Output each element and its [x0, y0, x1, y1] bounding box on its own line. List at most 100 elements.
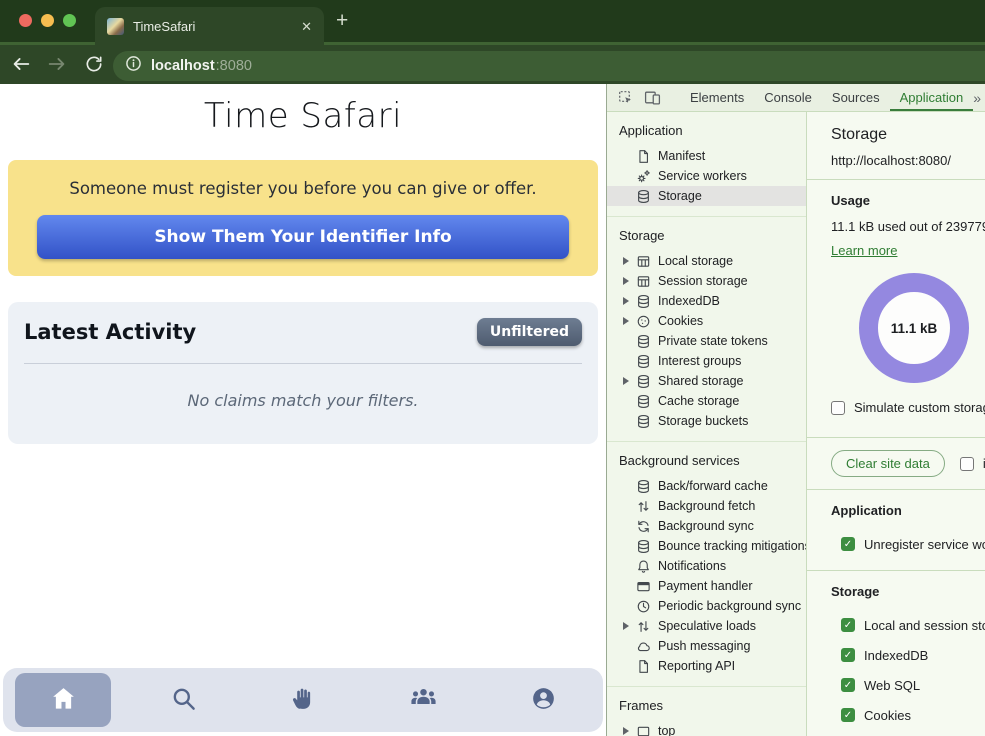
tree-item-payment-handler[interactable]: Payment handler — [607, 576, 806, 596]
url-port: :8080 — [216, 58, 252, 74]
storage-checkbox-section: Storage ✓Local and session storage✓Index… — [807, 571, 985, 736]
checkbox-cookies[interactable]: ✓ — [841, 708, 855, 722]
checkbox-label: Cookies — [864, 708, 911, 723]
tree-item-reporting-api[interactable]: Reporting API — [607, 656, 806, 676]
tree-item-private-state-tokens[interactable]: Private state tokens — [607, 331, 806, 351]
devtools-tab-sources[interactable]: Sources — [822, 84, 890, 111]
storage-usage-donut: 11.1 kB — [859, 273, 969, 383]
frame-icon — [635, 723, 651, 736]
expander-triangle-icon[interactable] — [623, 257, 635, 265]
file-icon — [635, 658, 651, 674]
site-info-icon[interactable] — [125, 55, 142, 77]
learn-more-link[interactable]: Learn more — [831, 243, 897, 258]
show-identifier-info-button[interactable]: Show Them Your Identifier Info — [37, 215, 569, 259]
expander-triangle-icon[interactable] — [623, 622, 635, 630]
tree-item-speculative-loads[interactable]: Speculative loads — [607, 616, 806, 636]
devtools-tab-console[interactable]: Console — [754, 84, 822, 111]
tab-close-icon[interactable]: ✕ — [301, 20, 312, 33]
nav-item-people[interactable] — [363, 668, 483, 732]
devtools-tab-elements[interactable]: Elements — [680, 84, 754, 111]
page-title: Time Safari — [0, 96, 606, 136]
checkbox-unregister-service-workers[interactable]: ✓ — [841, 537, 855, 551]
forward-icon[interactable] — [46, 53, 68, 80]
cookie-icon — [635, 313, 651, 329]
expander-triangle-icon[interactable] — [623, 277, 635, 285]
filter-badge-button[interactable]: Unfiltered — [477, 318, 582, 346]
sync-icon — [635, 518, 651, 534]
section-header-background-services: Background services — [607, 450, 806, 476]
tree-item-bounce-tracking-mitigations[interactable]: Bounce tracking mitigations — [607, 536, 806, 556]
card-icon — [635, 578, 651, 594]
nav-item-home[interactable] — [3, 668, 123, 732]
database-icon — [635, 413, 651, 429]
tree-item-storage-buckets[interactable]: Storage buckets — [607, 411, 806, 431]
devtools-panel: ElementsConsoleSourcesApplication » Appl… — [606, 84, 985, 736]
nav-profile-icon — [530, 685, 557, 716]
tree-item-indexeddb[interactable]: IndexedDB — [607, 291, 806, 311]
tree-item-top[interactable]: top — [607, 721, 806, 736]
expander-triangle-icon[interactable] — [623, 727, 635, 735]
nav-item-profile[interactable] — [483, 668, 603, 732]
tree-item-session-storage[interactable]: Session storage — [607, 271, 806, 291]
application-section-header: Application — [831, 503, 985, 518]
tree-item-periodic-background-sync[interactable]: Periodic background sync — [607, 596, 806, 616]
tree-item-label: Local storage — [658, 254, 733, 268]
tree-item-push-messaging[interactable]: Push messaging — [607, 636, 806, 656]
back-icon[interactable] — [10, 53, 32, 80]
tree-item-notifications[interactable]: Notifications — [607, 556, 806, 576]
expander-triangle-icon[interactable] — [623, 317, 635, 325]
address-bar[interactable]: localhost :8080 — [113, 51, 985, 81]
web-page: Time Safari Someone must register you be… — [0, 84, 606, 736]
nav-item-search[interactable] — [123, 668, 243, 732]
inspect-element-icon[interactable] — [613, 84, 639, 111]
window-controls — [19, 14, 76, 27]
tree-item-manifest[interactable]: Manifest — [607, 146, 806, 166]
card-divider — [24, 363, 582, 364]
maximize-window-button[interactable] — [63, 14, 76, 27]
tree-item-background-fetch[interactable]: Background fetch — [607, 496, 806, 516]
new-tab-button[interactable]: + — [336, 9, 348, 33]
tree-item-service-workers[interactable]: Service workers — [607, 166, 806, 186]
checkbox-row-local-and-session-storage: ✓Local and session storage — [831, 610, 985, 640]
latest-activity-title: Latest Activity — [24, 320, 196, 344]
third-party-cookies-checkbox[interactable] — [960, 457, 974, 471]
tree-item-background-sync[interactable]: Background sync — [607, 516, 806, 536]
tree-item-storage[interactable]: Storage — [607, 186, 806, 206]
close-window-button[interactable] — [19, 14, 32, 27]
more-tabs-icon[interactable]: » — [973, 84, 983, 111]
tree-item-interest-groups[interactable]: Interest groups — [607, 351, 806, 371]
expander-triangle-icon[interactable] — [623, 297, 635, 305]
bell-icon — [635, 558, 651, 574]
minimize-window-button[interactable] — [41, 14, 54, 27]
tree-item-cache-storage[interactable]: Cache storage — [607, 391, 806, 411]
nav-item-hand[interactable] — [243, 668, 363, 732]
tree-item-label: Manifest — [658, 149, 705, 163]
device-toolbar-icon[interactable] — [639, 84, 666, 111]
simulate-quota-checkbox[interactable] — [831, 401, 845, 415]
checkbox-indexeddb[interactable]: ✓ — [841, 648, 855, 662]
tree-item-label: Interest groups — [658, 354, 741, 368]
tree-item-label: Shared storage — [658, 374, 743, 388]
tree-item-label: Background fetch — [658, 499, 755, 513]
database-icon — [635, 353, 651, 369]
checkbox-label: Web SQL — [864, 678, 920, 693]
devtools-tab-application[interactable]: Application — [890, 84, 974, 111]
browser-tab[interactable]: TimeSafari ✕ — [95, 7, 324, 45]
checkbox-web-sql[interactable]: ✓ — [841, 678, 855, 692]
expander-triangle-icon[interactable] — [623, 377, 635, 385]
tree-item-label: Session storage — [658, 274, 748, 288]
simulate-quota-label: Simulate custom storage quota — [854, 400, 985, 415]
tree-item-cookies[interactable]: Cookies — [607, 311, 806, 331]
reload-icon[interactable] — [84, 54, 104, 79]
clear-site-data-button[interactable]: Clear site data — [831, 450, 945, 477]
checkbox-row-cookies: ✓ Cookies — [831, 700, 985, 730]
checkbox-local-and-session-storage[interactable]: ✓ — [841, 618, 855, 632]
tab-favicon — [107, 18, 124, 35]
tree-item-label: Push messaging — [658, 639, 750, 653]
tree-item-back-forward-cache[interactable]: Back/forward cache — [607, 476, 806, 496]
cloud-icon — [635, 638, 651, 654]
tree-item-local-storage[interactable]: Local storage — [607, 251, 806, 271]
tree-item-shared-storage[interactable]: Shared storage — [607, 371, 806, 391]
browser-toolbar: localhost :8080 — [0, 42, 985, 84]
sidebar-section-storage: StorageLocal storageSession storageIndex… — [607, 217, 806, 442]
